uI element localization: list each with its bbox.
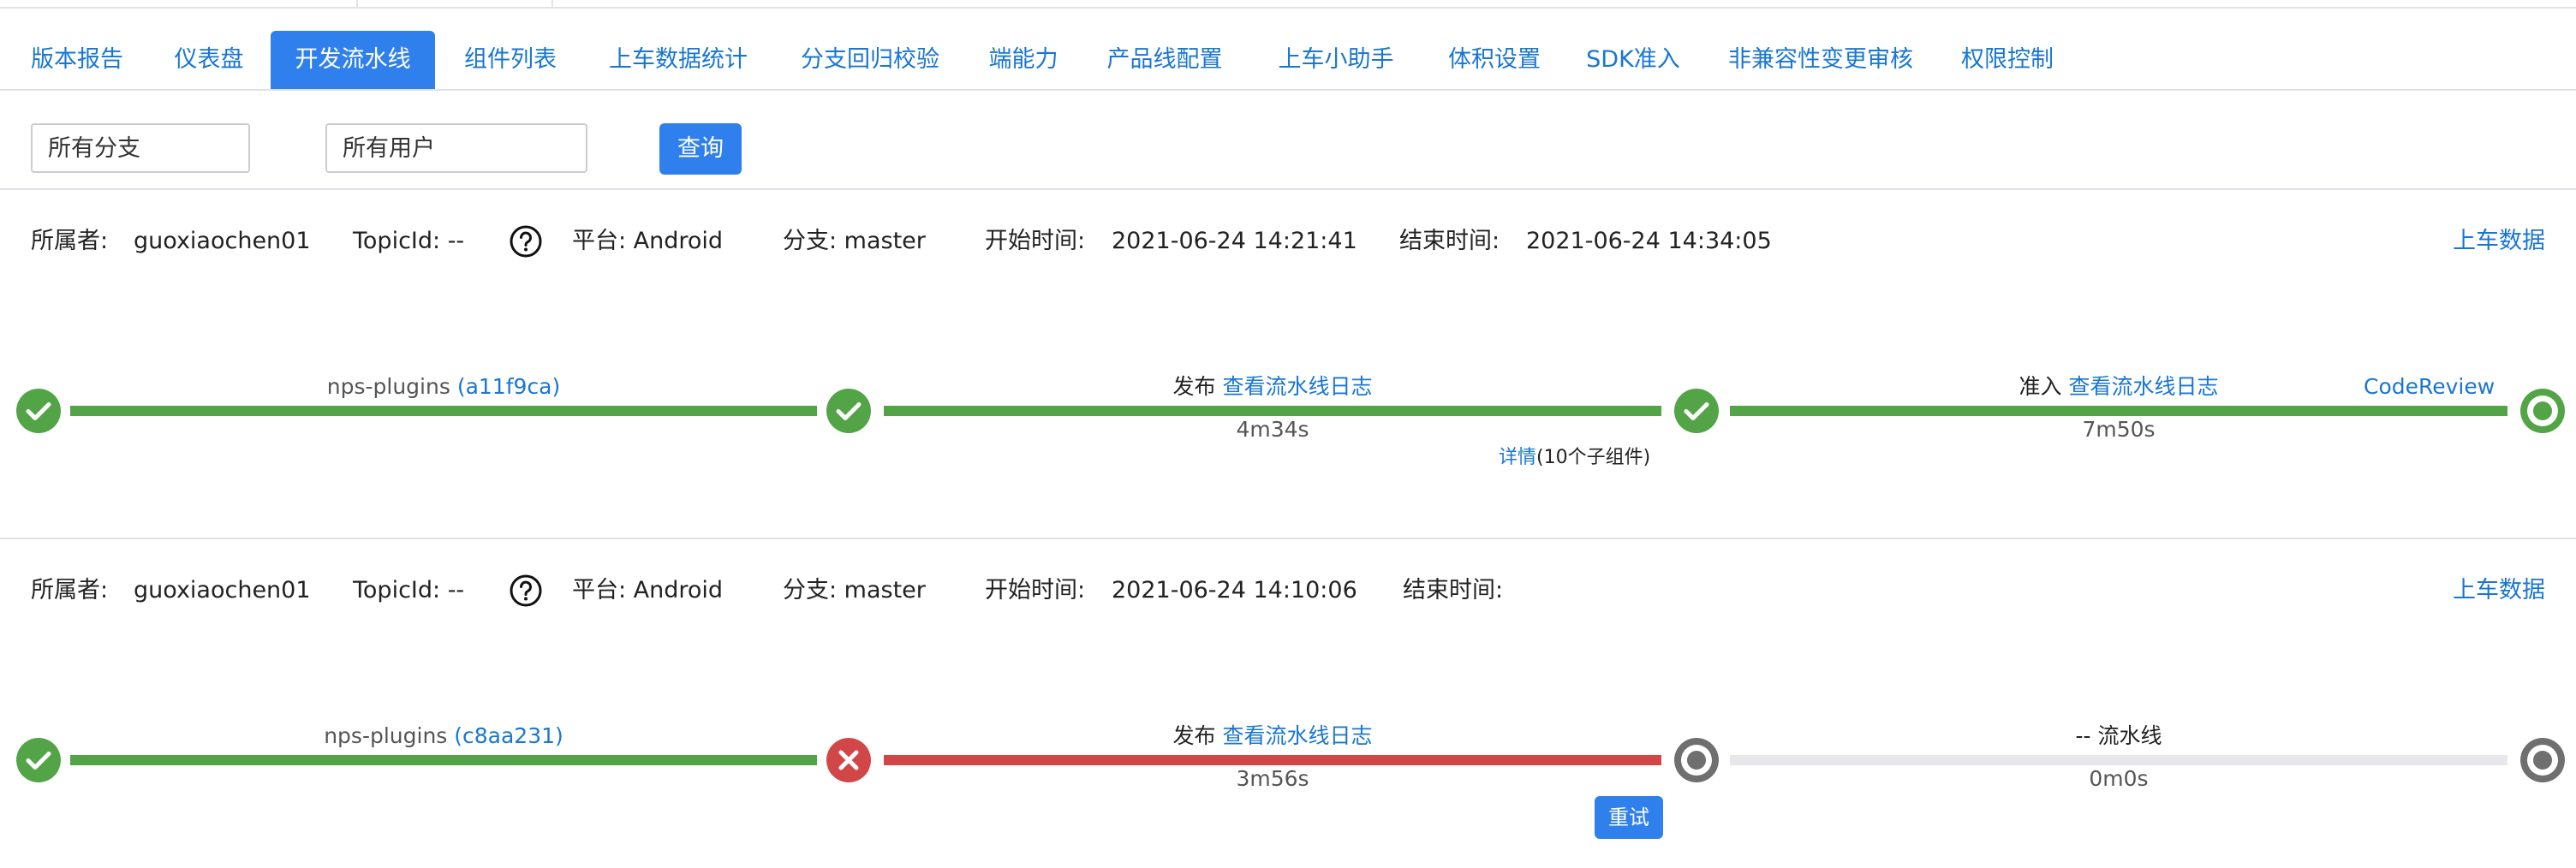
stage-name: nps-plugins (324, 723, 448, 748)
pipeline-record: 所属者: guoxiaochen01 TopicId: -- 平台: Andro… (0, 190, 2576, 539)
branch: 分支: master (783, 577, 926, 603)
tab-size-settings[interactable]: 体积设置 (1427, 31, 1562, 89)
target-circle-icon (1674, 738, 1719, 782)
platform: 平台: Android (572, 228, 724, 254)
pipeline-record: 所属者: guoxiaochen01 TopicId: -- 平台: Andro… (0, 539, 2576, 868)
boarding-data-link[interactable]: 上车数据 (2453, 224, 2545, 259)
stage-name: 准入 (2018, 374, 2062, 399)
start-time-label: 开始时间: (985, 577, 1086, 603)
stage-name: 发布 (1172, 723, 1216, 748)
target-circle-icon (2520, 389, 2565, 433)
stage-label: 发布 查看流水线日志 (884, 373, 1661, 401)
top-strip (0, 0, 2576, 9)
stage-bar (1730, 406, 2507, 416)
end-time: 2021-06-24 14:34:05 (1526, 228, 1772, 254)
stage-duration: 7m50s (2082, 417, 2156, 442)
boarding-data-link[interactable]: 上车数据 (2453, 574, 2545, 608)
tab-version-report[interactable]: 版本报告 (7, 31, 147, 89)
check-circle-icon (826, 389, 871, 433)
detail-link[interactable]: 详情 (1499, 447, 1536, 468)
tab-incompatible-review[interactable]: 非兼容性变更审核 (1706, 31, 1935, 89)
topic-id: TopicId: -- (353, 577, 465, 603)
stage-duration: 4m34s (1236, 417, 1309, 442)
tab-end-capability[interactable]: 端能力 (968, 31, 1079, 89)
stage-label: nps-plugins (c8aa231) (70, 722, 817, 750)
help-icon[interactable] (509, 574, 543, 608)
stage-bar (70, 406, 817, 416)
view-log-link[interactable]: 查看流水线日志 (2068, 374, 2218, 399)
owner-label: 所属者: (31, 228, 109, 254)
stage-bar (884, 755, 1661, 765)
stage-duration: 3m56s (1236, 766, 1309, 791)
start-time-label: 开始时间: (985, 228, 1086, 254)
nav-tabs: 版本报告 仪表盘 开发流水线 组件列表 上车数据统计 分支回归校验 端能力 产品… (0, 31, 2576, 91)
stage-name: nps-plugins (326, 374, 450, 399)
stage-bar (884, 406, 1661, 416)
branch-select[interactable] (31, 123, 250, 173)
tab-dashboard[interactable]: 仪表盘 (154, 31, 264, 89)
commit-link[interactable]: (c8aa231) (454, 723, 564, 748)
view-log-link[interactable]: 查看流水线日志 (1222, 723, 1372, 748)
detail-count: (10个子组件) (1536, 447, 1651, 468)
start-time: 2021-06-24 14:10:06 (1112, 577, 1357, 603)
branch: 分支: master (783, 228, 926, 254)
start-time: 2021-06-24 14:21:41 (1112, 228, 1357, 254)
topic-id: TopicId: -- (353, 228, 465, 254)
check-circle-icon (1674, 389, 1719, 433)
help-icon[interactable] (509, 224, 543, 259)
close-circle-icon (826, 738, 871, 782)
owner-label: 所属者: (31, 577, 109, 603)
stage-bar (1730, 755, 2507, 765)
target-circle-icon (2520, 738, 2565, 782)
stage-name: 发布 (1172, 374, 1216, 399)
tab-branch-regression[interactable]: 分支回归校验 (778, 31, 963, 89)
tab-permission[interactable]: 权限控制 (1941, 31, 2074, 89)
stage-duration: 0m0s (2089, 766, 2149, 791)
tab-boarding-assistant[interactable]: 上车小助手 (1250, 31, 1422, 89)
query-button[interactable]: 查询 (659, 123, 742, 175)
end-time-label: 结束时间: (1399, 228, 1500, 254)
user-select[interactable] (325, 123, 587, 173)
check-circle-icon (16, 389, 61, 433)
end-time-label: 结束时间: (1403, 577, 1504, 603)
owner-value: guoxiaochen01 (134, 228, 311, 254)
stage-label: 发布 查看流水线日志 (884, 722, 1661, 750)
stage-bar (70, 755, 817, 765)
code-review-link[interactable]: CodeReview (2364, 373, 2495, 401)
tab-component-list[interactable]: 组件列表 (442, 31, 579, 89)
retry-button[interactable]: 重试 (1595, 796, 1663, 839)
check-circle-icon (16, 738, 61, 782)
platform: 平台: Android (572, 577, 724, 603)
stage-name: -- 流水线 (2075, 723, 2162, 748)
detail-info: 详情(10个子组件) (1499, 445, 1650, 471)
tab-sdk-access[interactable]: SDK准入 (1567, 31, 1699, 89)
tab-product-line[interactable]: 产品线配置 (1086, 31, 1243, 89)
commit-link[interactable]: (a11f9ca) (457, 374, 560, 399)
stage-label: nps-plugins (a11f9ca) (70, 373, 817, 401)
view-log-link[interactable]: 查看流水线日志 (1222, 374, 1372, 399)
owner-value: guoxiaochen01 (134, 577, 311, 603)
tab-dev-pipeline[interactable]: 开发流水线 (271, 31, 435, 89)
filter-bar: 查询 (0, 91, 2576, 190)
tab-boarding-stats[interactable]: 上车数据统计 (586, 31, 771, 89)
